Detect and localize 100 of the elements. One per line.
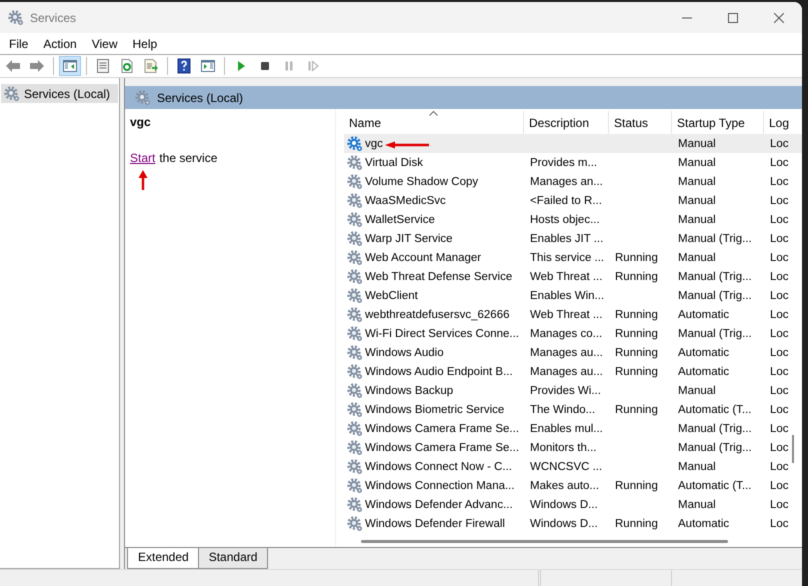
- table-cell: Windows Defender Firewall: [365, 518, 505, 530]
- table-cell: Manual: [678, 252, 716, 264]
- minimize-icon: [682, 16, 692, 18]
- table-cell: Windows Defender Advanc...: [365, 498, 513, 511]
- table-cell: Loc: [770, 346, 789, 359]
- table-row[interactable]: WebClient Enables Win... Manual (Trig... Loc: [344, 286, 802, 306]
- table-row[interactable]: Web Threat Defense Service Web Threat ... Running Manual (Trig... Loc: [344, 267, 802, 286]
- panel-title: Services (Local): [157, 90, 244, 104]
- menu-item[interactable]: Help: [126, 36, 164, 50]
- table-row[interactable]: Windows Audio Endpoint B... Manages au... Running Automatic Loc: [344, 362, 802, 382]
- gear-icon: [347, 364, 363, 380]
- table-row[interactable]: Windows Backup Provides Wi... Manual Loc: [344, 381, 802, 400]
- table-cell: Automatic (T...: [678, 404, 752, 416]
- table-row[interactable]: Windows Audio Manages au... Running Automatic Loc: [344, 343, 802, 362]
- table-row[interactable]: WaaSMedicSvc <Failed to R... Manual Loc: [344, 191, 802, 210]
- table-cell: Loc: [770, 290, 789, 302]
- gear-icon: [347, 174, 363, 190]
- table-cell: Manual (Trig...: [678, 270, 752, 283]
- service-name: vgc: [130, 115, 152, 129]
- table-cell: Web Account Manager: [365, 252, 482, 264]
- gear-icon: [347, 306, 363, 323]
- table-cell: Windows Audio Endpoint B...: [365, 366, 513, 378]
- table-cell: Manual (Trig...: [678, 232, 752, 245]
- table-cell: The Windo...: [530, 404, 596, 416]
- table-row[interactable]: Windows Connect Now - C... WCNCSVC ... Manual Loc: [344, 457, 802, 476]
- table-cell: Loc: [770, 214, 789, 226]
- table-cell: Running: [615, 480, 658, 492]
- table-cell: Loc: [770, 480, 789, 492]
- view-tab[interactable]: Standard: [198, 548, 268, 569]
- table-cell: Loc: [770, 384, 789, 397]
- table-cell: Loc: [770, 176, 789, 188]
- menu-item[interactable]: Action: [37, 36, 83, 50]
- table-cell: Loc: [770, 442, 789, 454]
- table-row[interactable]: Windows Defender Advanc... Windows D... Manual Loc: [344, 495, 802, 514]
- table-row[interactable]: webthreatdefusersvc_62666 Web Threat ... Running Automatic Loc: [344, 305, 802, 324]
- menu-item[interactable]: View: [86, 36, 124, 50]
- gear-icon: [347, 230, 363, 247]
- table-cell: Loc: [770, 156, 789, 169]
- menu-item[interactable]: File: [3, 36, 34, 50]
- table-cell: Loc: [770, 404, 789, 416]
- table-cell: Automatic: [678, 518, 730, 530]
- table-cell: WaaSMedicSvc: [365, 194, 446, 207]
- table-row[interactable]: Windows Camera Frame Se... Enables mul... Manual (Trig... Loc: [344, 419, 802, 438]
- table-cell: Manual: [678, 214, 716, 226]
- table-cell: Running: [615, 404, 658, 416]
- gear-icon: [347, 268, 363, 285]
- show-tree-button[interactable]: [59, 56, 81, 76]
- table-row[interactable]: Volume Shadow Copy Manages an... Manual Loc: [344, 172, 802, 192]
- table-cell: Manual (Trig...: [678, 290, 752, 302]
- horizontal-scrollbar[interactable]: [361, 540, 728, 543]
- table-row[interactable]: WalletService Hosts objec... Manual Loc: [344, 210, 802, 230]
- table-cell: Manual: [678, 176, 716, 188]
- table-row[interactable]: Windows Biometric Service The Windo... Running Automatic (T... Loc: [344, 400, 802, 420]
- table-row[interactable]: Wi-Fi Direct Services Conne... Manages co... Running Manual (Trig... Loc: [344, 324, 802, 344]
- table-cell: Provides Wi...: [530, 384, 601, 397]
- table-row[interactable]: Windows Defender Firewall Windows D... Running Automatic Loc: [344, 514, 802, 534]
- table-cell: Windows Backup: [365, 384, 454, 397]
- gear-icon: [347, 212, 363, 228]
- table-cell: WebClient: [365, 290, 418, 302]
- table-cell: <Failed to R...: [530, 194, 602, 207]
- table-cell: Windows Camera Frame Se...: [365, 442, 520, 454]
- table-cell: webthreatdefusersvc_62666: [365, 308, 510, 321]
- table-row[interactable]: Web Account Manager This service ... Running Manual Loc: [344, 248, 802, 268]
- table-cell: Running: [615, 308, 658, 321]
- table-cell: vgc: [365, 138, 383, 150]
- table-row[interactable]: vgc Manual Loc: [344, 134, 802, 154]
- table-cell: Loc: [770, 252, 789, 264]
- table-row[interactable]: Warp JIT Service Enables JIT ... Manual (Trig... Loc: [344, 229, 802, 248]
- table-cell: Warp JIT Service: [365, 232, 453, 245]
- table-cell: Loc: [770, 460, 789, 473]
- table-cell: Loc: [770, 194, 789, 207]
- table-row[interactable]: Virtual Disk Provides m... Manual Loc: [344, 153, 802, 172]
- gear-icon: [347, 440, 363, 456]
- gear-icon: [347, 382, 363, 399]
- vertical-scrollbar[interactable]: [792, 435, 794, 463]
- gear-icon: [347, 192, 363, 209]
- table-cell: Wi-Fi Direct Services Conne...: [365, 328, 520, 340]
- gear-icon: [4, 86, 20, 102]
- gear-icon: [347, 288, 363, 304]
- table-cell: Windows Audio: [365, 346, 444, 359]
- table-cell: Manual: [678, 460, 716, 473]
- view-tab[interactable]: Extended: [127, 548, 200, 569]
- table-cell: Provides m...: [530, 156, 598, 169]
- table-cell: Running: [615, 366, 658, 378]
- table-cell: Manual (Trig...: [678, 328, 752, 340]
- table-cell: Automatic: [678, 346, 730, 359]
- table-row[interactable]: Windows Connection Mana... Makes auto... Running Automatic (T... Loc: [344, 476, 802, 496]
- table-cell: Loc: [770, 366, 789, 378]
- start-link[interactable]: Start: [130, 151, 156, 165]
- table-cell: Volume Shadow Copy: [365, 176, 478, 188]
- table-cell: Automatic: [678, 366, 730, 378]
- table-row[interactable]: Windows Camera Frame Se... Monitors th... Manual (Trig... Loc: [344, 438, 802, 458]
- window-pane-icon: [200, 58, 216, 74]
- table-cell: Running: [615, 252, 658, 264]
- table-cell: Running: [615, 518, 658, 530]
- tree-item[interactable]: Services (Local): [1, 84, 118, 103]
- table-cell: Running: [615, 270, 658, 283]
- table-cell: Windows D...: [530, 518, 598, 530]
- column-header[interactable]: Log: [764, 111, 797, 134]
- table-cell: Enables Win...: [530, 290, 604, 302]
